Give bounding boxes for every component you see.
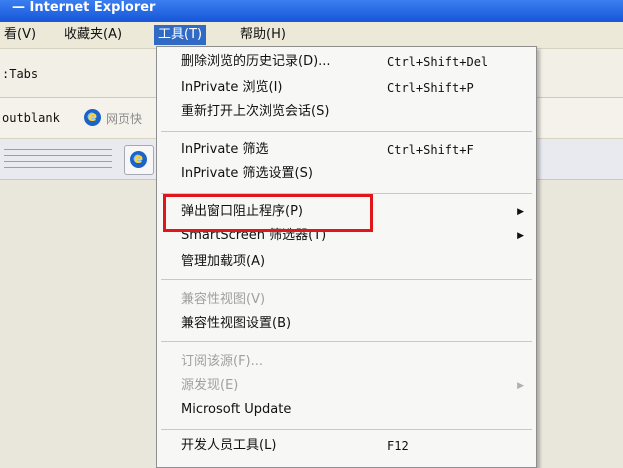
menu-item-inprivate-filtering[interactable]: InPrivate 筛选 Ctrl+Shift+F [157,139,536,161]
menu-item-developer-tools[interactable]: 开发人员工具(L) F12 [157,435,536,457]
internet-explorer-icon: e [84,109,101,126]
menu-help[interactable]: 帮助(H) [236,25,290,45]
tab-strip-line [4,161,112,168]
menu-separator [161,131,532,132]
internet-explorer-icon: e [130,151,147,168]
submenu-arrow-icon: ▶ [517,381,524,391]
menu-item-compatibility-view: 兼容性视图(V) [181,292,266,307]
menu-tools[interactable]: 工具(T) [154,25,207,45]
menu-item-subscribe-feed: 订阅该源(F)... [181,354,264,369]
tools-dropdown-menu: 删除浏览的历史记录(D)... Ctrl+Shift+Del InPrivate… [156,46,537,468]
shortcut-label: Ctrl+Shift+F [387,143,474,157]
address-text: :Tabs [2,67,39,81]
menu-item-smartscreen-filter[interactable]: SmartScreen 筛选器(T) ▶ [157,225,536,247]
menu-separator [161,429,532,430]
favorites-item-web-slice[interactable]: 网页快 [106,110,154,127]
favorites-link-text[interactable]: outblank [2,111,60,125]
menu-bar: 看(V) 收藏夹(A) 工具(T) 帮助(H) [0,22,623,49]
menu-view[interactable]: 看(V) [0,25,40,45]
menu-separator [161,279,532,280]
menu-separator [161,193,532,194]
menu-item-compatibility-view-settings[interactable]: 兼容性视图设置(B) [157,313,536,335]
window-title-bar: — Internet Explorer [0,0,623,22]
shortcut-label: Ctrl+Shift+Del [387,55,489,69]
tab-strip-line [4,149,112,156]
menu-item-reopen-last-session[interactable]: 重新打开上次浏览会话(S) [157,101,536,123]
menu-item-feed-discovery: 源发现(E) ▶ [157,375,536,397]
menu-item-inprivate-filtering-settings[interactable]: InPrivate 筛选设置(S) [157,163,536,185]
menu-favorites[interactable]: 收藏夹(A) [60,25,126,45]
menu-item-delete-history[interactable]: 删除浏览的历史记录(D)... Ctrl+Shift+Del [157,51,536,73]
menu-item-inprivate-browsing[interactable]: InPrivate 浏览(I) Ctrl+Shift+P [157,77,536,99]
menu-item-popup-blocker[interactable]: 弹出窗口阻止程序(P) ▶ [157,201,536,223]
menu-separator [161,341,532,342]
shortcut-label: F12 [387,439,409,453]
submenu-arrow-icon: ▶ [517,207,524,217]
menu-item-microsoft-update[interactable]: Microsoft Update [157,399,536,421]
new-tab-button[interactable]: e [124,145,154,175]
menu-item-manage-add-ons[interactable]: 管理加载项(A) [157,251,536,273]
shortcut-label: Ctrl+Shift+P [387,81,474,95]
window-title: — Internet Explorer [12,0,156,15]
submenu-arrow-icon: ▶ [517,231,524,241]
